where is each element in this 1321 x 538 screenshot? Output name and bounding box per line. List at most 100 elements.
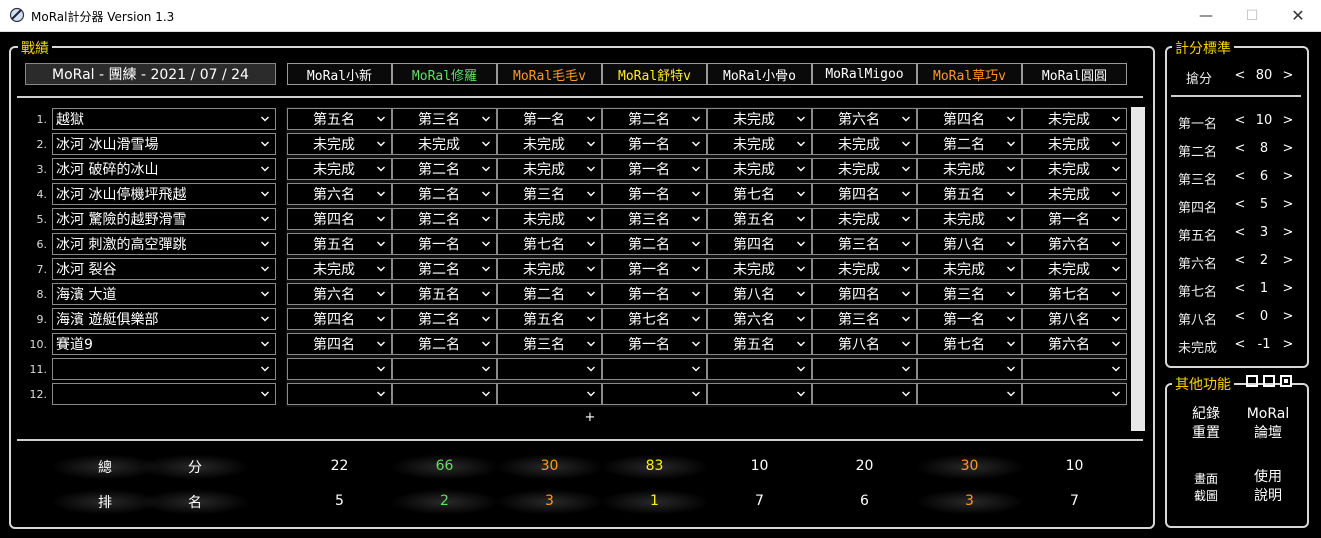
rank-select[interactable]: 第六名 (287, 183, 392, 205)
rank-select[interactable]: 未完成 (1022, 158, 1127, 180)
rank-select[interactable]: 第四名 (917, 108, 1022, 130)
rank-select[interactable]: 第二名 (392, 183, 497, 205)
rank-select[interactable]: 第五名 (917, 183, 1022, 205)
rank-select[interactable]: 未完成 (917, 258, 1022, 280)
rank-select[interactable]: 未完成 (1022, 258, 1127, 280)
layout-single-icon[interactable] (1246, 375, 1258, 387)
rank-select[interactable]: 第二名 (602, 233, 707, 255)
rank-select[interactable]: 未完成 (1022, 133, 1127, 155)
place-increase-button[interactable]: > (1281, 113, 1295, 128)
rank-select[interactable]: 未完成 (287, 158, 392, 180)
rank-select[interactable]: 第三名 (497, 183, 602, 205)
player-header[interactable]: MoRal毛毛v (497, 63, 602, 85)
place-increase-button[interactable]: > (1281, 253, 1295, 268)
rank-select[interactable]: 第二名 (917, 133, 1022, 155)
track-select[interactable]: 賽道9 (52, 333, 276, 355)
place-decrease-button[interactable]: < (1233, 253, 1247, 268)
player-header[interactable]: MoRal修羅 (392, 63, 497, 85)
rank-select[interactable] (602, 383, 707, 405)
track-select[interactable]: 冰河 破碎的冰山 (52, 158, 276, 180)
rank-select[interactable]: 未完成 (917, 208, 1022, 230)
rank-select[interactable] (602, 358, 707, 380)
place-decrease-button[interactable]: < (1233, 169, 1247, 184)
rank-select[interactable]: 未完成 (707, 108, 812, 130)
rank-select[interactable] (287, 358, 392, 380)
layout-filled-icon[interactable] (1280, 375, 1292, 387)
rank-select[interactable]: 第八名 (1022, 308, 1127, 330)
place-increase-button[interactable]: > (1281, 197, 1295, 212)
rank-select[interactable]: 第一名 (602, 258, 707, 280)
rank-select[interactable] (392, 383, 497, 405)
place-increase-button[interactable]: > (1281, 169, 1295, 184)
place-decrease-button[interactable]: < (1233, 337, 1247, 352)
rank-select[interactable]: 第一名 (602, 333, 707, 355)
track-select[interactable]: 冰河 裂谷 (52, 258, 276, 280)
rank-select[interactable]: 第四名 (287, 308, 392, 330)
rank-select[interactable]: 第二名 (602, 108, 707, 130)
place-decrease-button[interactable]: < (1233, 309, 1247, 324)
rank-select[interactable]: 第八名 (917, 233, 1022, 255)
rank-select[interactable]: 未完成 (812, 158, 917, 180)
rank-select[interactable]: 第一名 (1022, 208, 1127, 230)
player-header[interactable]: MoRalMigoo (812, 63, 917, 85)
place-increase-button[interactable]: > (1281, 337, 1295, 352)
rank-select[interactable]: 未完成 (497, 133, 602, 155)
track-select[interactable]: 海濱 遊艇俱樂部 (52, 308, 276, 330)
rank-select[interactable]: 第三名 (812, 308, 917, 330)
track-select[interactable]: 冰河 驚險的越野滑雪 (52, 208, 276, 230)
player-header[interactable]: MoRal小骨o (707, 63, 812, 85)
add-row-button[interactable]: + (570, 410, 610, 425)
rank-select[interactable]: 第四名 (287, 208, 392, 230)
place-increase-button[interactable]: > (1281, 225, 1295, 240)
rank-select[interactable]: 第七名 (602, 308, 707, 330)
rank-select[interactable]: 未完成 (497, 158, 602, 180)
forum-button[interactable]: MoRal 論壇 (1240, 405, 1296, 443)
rank-select[interactable] (497, 358, 602, 380)
rank-select[interactable]: 第六名 (812, 108, 917, 130)
rank-select[interactable]: 第四名 (812, 183, 917, 205)
rank-select[interactable]: 未完成 (392, 133, 497, 155)
reset-record-button[interactable]: 紀錄 重置 (1178, 405, 1234, 443)
rank-select[interactable]: 第七名 (917, 333, 1022, 355)
rank-select[interactable]: 第六名 (707, 308, 812, 330)
rank-select[interactable]: 第五名 (707, 333, 812, 355)
place-increase-button[interactable]: > (1281, 309, 1295, 324)
place-increase-button[interactable]: > (1281, 141, 1295, 156)
rank-select[interactable]: 第七名 (1022, 283, 1127, 305)
rank-select[interactable]: 第三名 (917, 283, 1022, 305)
rank-select[interactable]: 第五名 (392, 283, 497, 305)
rank-select[interactable]: 第一名 (917, 308, 1022, 330)
rank-select[interactable]: 未完成 (917, 158, 1022, 180)
rank-select[interactable]: 第四名 (812, 283, 917, 305)
help-button[interactable]: 使用 說明 (1240, 468, 1296, 506)
place-decrease-button[interactable]: < (1233, 113, 1247, 128)
rank-select[interactable]: 第三名 (812, 233, 917, 255)
screenshot-button[interactable]: 畫面 截圖 (1178, 471, 1234, 505)
rank-select[interactable] (917, 358, 1022, 380)
rank-select[interactable]: 未完成 (812, 133, 917, 155)
rank-select[interactable] (1022, 358, 1127, 380)
rank-select[interactable]: 未完成 (812, 258, 917, 280)
rank-select[interactable]: 第二名 (392, 333, 497, 355)
rank-select[interactable]: 第六名 (287, 283, 392, 305)
rank-select[interactable] (917, 383, 1022, 405)
track-select[interactable]: 越獄 (52, 108, 276, 130)
rank-select[interactable]: 第三名 (602, 208, 707, 230)
rank-select[interactable]: 第五名 (287, 108, 392, 130)
track-select[interactable] (52, 358, 276, 380)
rank-select[interactable]: 未完成 (287, 258, 392, 280)
player-header[interactable]: MoRal圓圓 (1022, 63, 1127, 85)
rank-select[interactable]: 第五名 (287, 233, 392, 255)
rank-select[interactable]: 第一名 (497, 108, 602, 130)
rank-select[interactable]: 未完成 (1022, 183, 1127, 205)
rank-select[interactable]: 第二名 (497, 283, 602, 305)
player-header[interactable]: MoRal小新 (287, 63, 392, 85)
close-button[interactable]: ✕ (1275, 0, 1321, 31)
rank-select[interactable] (812, 358, 917, 380)
rank-select[interactable]: 未完成 (707, 133, 812, 155)
rank-select[interactable]: 第一名 (602, 283, 707, 305)
rank-select[interactable]: 第五名 (497, 308, 602, 330)
layout-double-icon[interactable] (1263, 375, 1275, 387)
rank-select[interactable] (287, 383, 392, 405)
rank-select[interactable]: 第七名 (707, 183, 812, 205)
